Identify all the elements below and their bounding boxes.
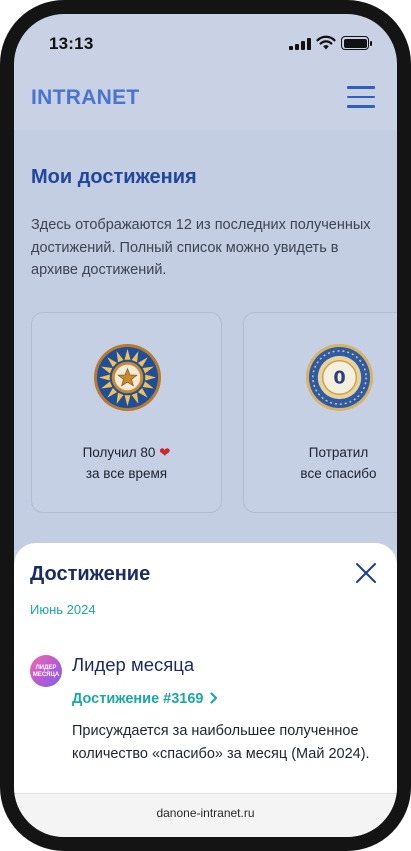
- zero-coin-medal-icon: 0: [305, 343, 374, 412]
- wifi-icon: [316, 35, 336, 50]
- achievement-description: Присуждается за наибольшее полученное ко…: [72, 723, 370, 762]
- status-time: 13:13: [49, 34, 94, 53]
- achievement-bottom-sheet: Достижение Июнь 2024 ЛИДЕР МЕСЯЦА Лидер …: [14, 543, 397, 793]
- phone-frame: 13:13 INTRANET Мои достижения Здесь отоб…: [0, 0, 411, 851]
- sheet-date: Июнь 2024: [30, 602, 96, 617]
- screen: 13:13 INTRANET Мои достижения Здесь отоб…: [14, 14, 397, 837]
- sheet-title: Достижение: [30, 563, 151, 585]
- coin-zero-label: 0: [333, 368, 345, 388]
- achievement-card[interactable]: Получил 80 ❤ за все время: [31, 312, 222, 513]
- sun-star-medal-icon: [93, 343, 162, 412]
- signal-icon: [289, 38, 311, 50]
- achievement-card[interactable]: 0 Потратил все спасибо: [243, 312, 397, 513]
- hamburger-menu-icon[interactable]: [347, 85, 375, 109]
- page-description: Здесь отображаются 12 из последних получ…: [31, 217, 371, 278]
- achievement-name: Лидер месяца: [72, 654, 195, 675]
- achievement-link-label: Достижение #3169: [72, 691, 204, 707]
- app-header: INTRANET: [14, 72, 397, 130]
- heart-icon: ❤: [159, 445, 171, 460]
- achievement-card-label: Потратил все спасибо: [244, 442, 397, 484]
- card-line-1: Потратил: [308, 445, 369, 460]
- card-line-2: за все время: [85, 466, 168, 481]
- achievements-section: Мои достижения Здесь отображаются 12 из …: [14, 130, 397, 554]
- status-bar: 13:13: [14, 14, 397, 72]
- page-title: Мои достижения: [31, 166, 197, 188]
- intranet-logo[interactable]: INTRANET: [31, 86, 140, 110]
- card-line-1: Получил 80: [82, 445, 156, 460]
- card-line-2: все спасибо: [300, 466, 377, 481]
- url-text: danone-intranet.ru: [156, 806, 255, 820]
- achievement-card-label: Получил 80 ❤ за все время: [32, 442, 221, 484]
- close-icon[interactable]: [354, 561, 378, 585]
- battery-icon: [341, 36, 372, 50]
- browser-url-bar[interactable]: danone-intranet.ru: [14, 793, 397, 837]
- achievement-link[interactable]: Достижение #3169: [72, 691, 218, 707]
- chevron-right-icon: [209, 692, 217, 704]
- leader-month-badge-icon: ЛИДЕР МЕСЯЦА: [30, 655, 62, 687]
